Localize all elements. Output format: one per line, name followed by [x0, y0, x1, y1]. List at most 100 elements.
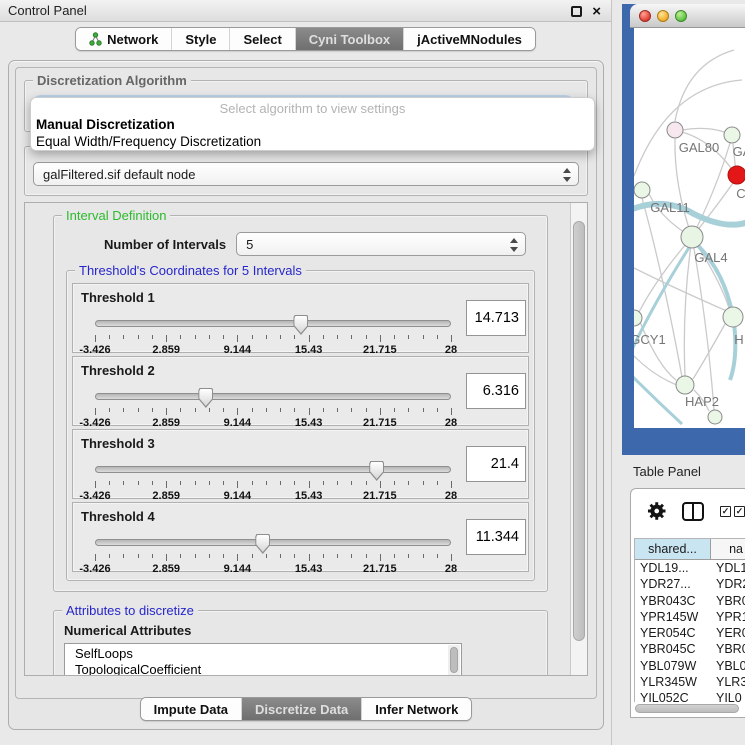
slider-track[interactable] [95, 539, 451, 546]
threshold-2-label: Threshold 2 [81, 363, 520, 378]
tab-infer-network[interactable]: Infer Network [362, 698, 471, 720]
dropdown-option-manual-discretization[interactable]: Manual Discretization [31, 116, 594, 133]
tab-label: Network [107, 32, 158, 47]
slider-thumb[interactable] [198, 388, 213, 408]
tab-network[interactable]: Network [76, 28, 172, 50]
table-cell: YBR045C [635, 641, 711, 657]
list-item[interactable]: SelfLoops [75, 646, 461, 662]
threshold-4-value-field[interactable] [466, 519, 526, 555]
minimize-window-icon[interactable] [657, 10, 669, 22]
dropdown-option-equal-width-frequency[interactable]: Equal Width/Frequency Discretization [31, 133, 594, 150]
gear-icon[interactable] [647, 501, 666, 521]
control-panel-titlebar: Control Panel × [0, 0, 611, 22]
slider-track[interactable] [95, 320, 451, 327]
close-icon[interactable]: × [592, 6, 601, 17]
network-edge[interactable] [634, 374, 682, 424]
table-row[interactable]: YDR27...YDR2 [635, 576, 745, 592]
scrollbar-thumb[interactable] [635, 704, 739, 713]
list-item[interactable]: TopologicalCoefficient [75, 662, 461, 675]
threshold-1-value-field[interactable] [466, 300, 526, 336]
table-row[interactable]: YDL19...YDL1 [635, 560, 745, 576]
number-of-intervals-combobox[interactable]: 5 [236, 232, 526, 256]
table-panel-region: Table Panel ✓ ✓ shared... na YDL19... [612, 455, 745, 745]
node-label: GAL4 [694, 250, 727, 265]
table-row[interactable]: YIL052CYIL0 [635, 690, 745, 702]
network-node[interactable] [724, 127, 740, 143]
attributes-to-discretize-group: Attributes to discretize Numerical Attri… [53, 610, 548, 675]
split-pane-icon[interactable] [682, 502, 704, 521]
threshold-2-slider: -3.4262.8599.14415.4321.71528 [95, 388, 451, 432]
node-label: GAL80 [679, 140, 719, 155]
float-window-icon[interactable] [571, 6, 582, 17]
table-cell: YBL0 [711, 658, 745, 674]
settings-scroll-viewport: Interval Definition Number of Intervals … [24, 202, 588, 676]
network-node[interactable] [667, 122, 683, 138]
tab-jactivemnodules[interactable]: jActiveMNodules [404, 28, 535, 50]
horizontal-scrollbar[interactable] [634, 704, 743, 714]
slider-ticks [95, 335, 451, 343]
tab-label: Cyni Toolbox [309, 32, 390, 47]
table-row[interactable]: YBR045CYBR0 [635, 641, 745, 657]
number-of-intervals-value: 5 [246, 237, 253, 252]
slider-track[interactable] [95, 393, 451, 400]
table-row[interactable]: YBL079WYBL0 [635, 658, 745, 674]
network-node[interactable] [681, 226, 703, 248]
threshold-3-value-field[interactable] [466, 446, 526, 482]
node-label: GAL11 [650, 200, 690, 215]
network-canvas[interactable]: GAL80GACGAL11GAL4GCY1HHAP2 [634, 28, 745, 428]
network-edge[interactable] [640, 322, 676, 380]
spinner-arrows-icon [510, 237, 518, 253]
threshold-3-slider: -3.4262.8599.14415.4321.71528 [95, 461, 451, 505]
network-node[interactable] [634, 182, 650, 198]
network-edge[interactable] [634, 356, 677, 385]
tab-discretize-data[interactable]: Discretize Data [242, 698, 362, 720]
network-view-region: GAL80GACGAL11GAL4GCY1HHAP2 [622, 4, 745, 455]
tab-impute-data[interactable]: Impute Data [141, 698, 242, 720]
network-edge[interactable] [693, 324, 725, 379]
network-node[interactable] [676, 376, 694, 394]
column-header-name[interactable]: na [711, 539, 745, 559]
column-header-shared-name[interactable]: shared... [635, 539, 711, 559]
table-row[interactable]: YBR043CYBR0 [635, 593, 745, 609]
control-panel: Control Panel × Network Style Select Cyn… [0, 0, 612, 745]
network-edge[interactable] [683, 128, 724, 132]
vertical-scrollbar[interactable] [570, 203, 587, 675]
threshold-4-panel: Threshold 4 -3.4262.8599.14415.4321.7152… [72, 502, 529, 572]
zoom-window-icon[interactable] [675, 10, 687, 22]
network-window-titlebar[interactable] [630, 4, 745, 28]
algorithm-dropdown-popup: Select algorithm to view settings Manual… [30, 97, 595, 151]
tab-label: Style [185, 32, 216, 47]
close-window-icon[interactable] [639, 10, 651, 22]
scrollbar-thumb[interactable] [450, 647, 458, 673]
numerical-attributes-list: SelfLoopsTopologicalCoefficientBetweenne… [64, 643, 462, 675]
network-node[interactable] [708, 410, 722, 424]
table-data-combobox[interactable]: galFiltered.sif default node [33, 162, 579, 186]
network-edge[interactable] [675, 50, 734, 121]
tab-select[interactable]: Select [230, 28, 295, 50]
table-cell: YDL1 [711, 560, 745, 576]
slider-thumb[interactable] [293, 315, 308, 335]
threshold-1-slider: -3.4262.8599.14415.4321.71528 [95, 315, 451, 359]
network-node[interactable] [728, 166, 745, 184]
tab-cyni-toolbox[interactable]: Cyni Toolbox [296, 28, 404, 50]
table-row[interactable]: YER054CYER0 [635, 625, 745, 641]
tab-style[interactable]: Style [172, 28, 230, 50]
slider-thumb[interactable] [369, 461, 384, 481]
network-node[interactable] [723, 307, 743, 327]
slider-tick-labels: -3.4262.8599.14415.4321.71528 [95, 563, 451, 576]
table-cell: YIL0 [711, 690, 745, 702]
scrollbar-thumb[interactable] [573, 221, 585, 641]
slider-thumb[interactable] [255, 534, 270, 554]
table-cell: YLR345W [635, 674, 711, 690]
table-header-row: shared... na [635, 539, 745, 560]
threshold-1-label: Threshold 1 [81, 290, 520, 305]
node-label: H [734, 332, 743, 347]
network-edge[interactable] [684, 237, 692, 376]
table-row[interactable]: YPR145WYPR1 [635, 609, 745, 625]
table-panel-title: Table Panel [612, 455, 745, 479]
table-row[interactable]: YLR345WYLR3 [635, 674, 745, 690]
threshold-2-value-field[interactable] [466, 373, 526, 409]
list-scrollbar[interactable] [448, 645, 460, 675]
slider-track[interactable] [95, 466, 451, 473]
column-checkboxes-icon[interactable]: ✓ ✓ [720, 506, 745, 517]
